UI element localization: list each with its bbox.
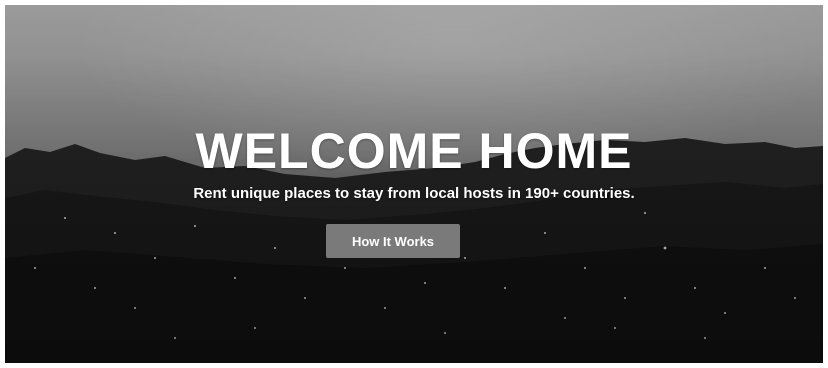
- how-it-works-button[interactable]: How It Works: [326, 224, 460, 258]
- hero-title: WELCOME HOME: [195, 123, 633, 179]
- hero-banner: WELCOME HOME Rent unique places to stay …: [5, 5, 823, 363]
- hero-content: WELCOME HOME Rent unique places to stay …: [5, 5, 823, 363]
- hero-subtitle: Rent unique places to stay from local ho…: [193, 185, 635, 202]
